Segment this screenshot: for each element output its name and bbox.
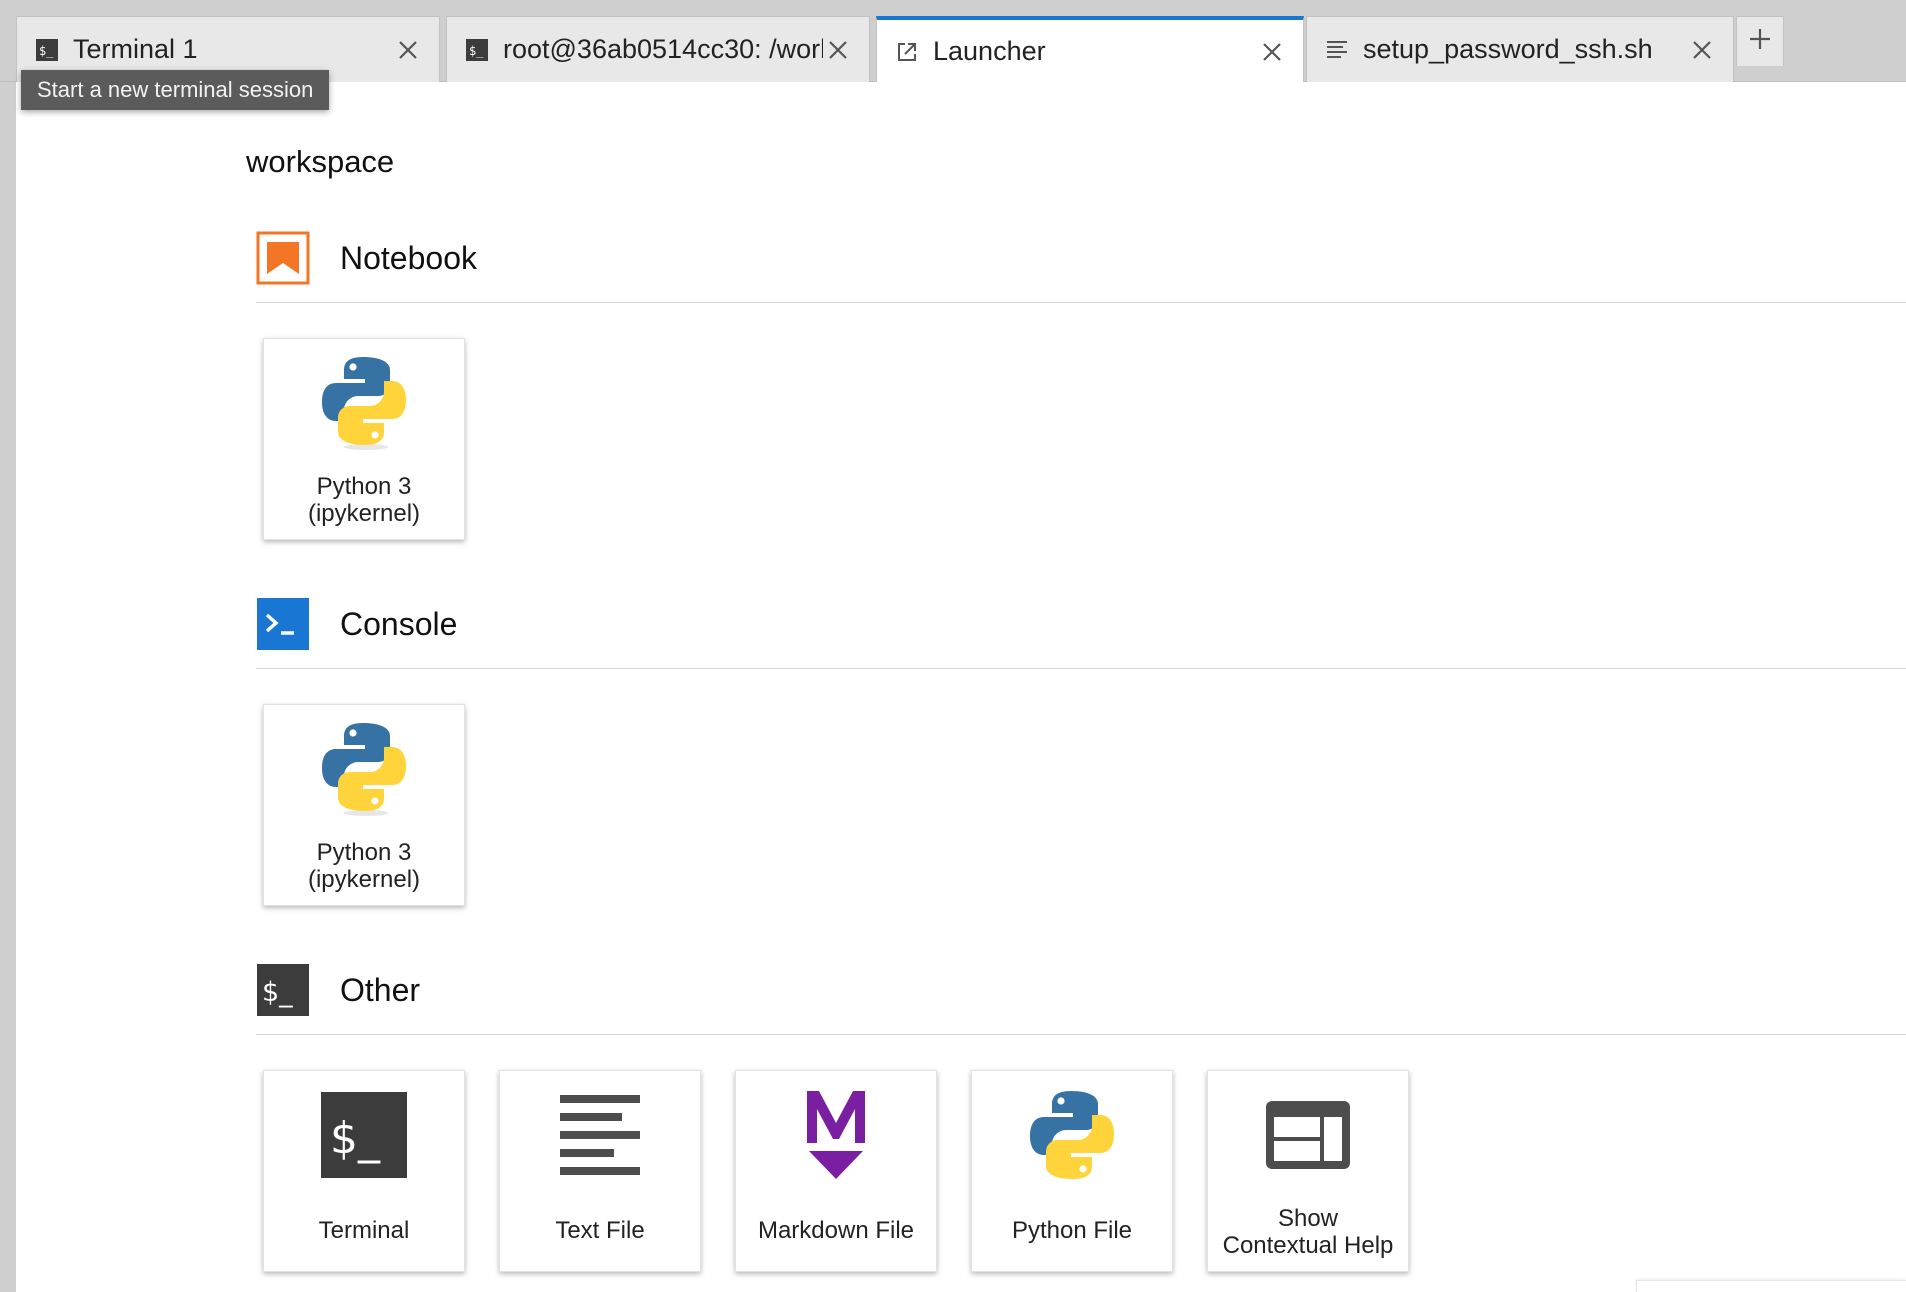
close-icon[interactable] bbox=[1687, 35, 1717, 65]
terminal-icon: $_ bbox=[35, 38, 59, 62]
workspace-title: workspace bbox=[246, 144, 395, 179]
tab-label: Terminal 1 bbox=[73, 34, 198, 64]
section-divider bbox=[256, 302, 1906, 303]
terminal-icon: $_ bbox=[256, 963, 310, 1017]
section-divider bbox=[256, 1034, 1906, 1035]
text-file-icon bbox=[552, 1087, 648, 1183]
close-icon[interactable] bbox=[1257, 37, 1287, 67]
console-python3-card[interactable]: Python 3 (ipykernel) bbox=[263, 704, 465, 906]
section-other: $_ Other bbox=[256, 960, 1906, 1020]
svg-text:$_: $_ bbox=[330, 1113, 381, 1164]
tab-launcher[interactable]: Launcher bbox=[876, 16, 1304, 83]
contextual-help-card[interactable]: Show Contextual Help bbox=[1207, 1070, 1409, 1272]
tab-label: root@36ab0514cc30: /worl bbox=[503, 34, 823, 64]
section-notebook: Notebook bbox=[256, 228, 1906, 288]
svg-text:$_: $_ bbox=[469, 44, 484, 58]
jupyterlab-window: $_ Terminal 1 $_ root@36ab0514cc30: /wor… bbox=[0, 0, 1906, 1292]
card-label: Markdown File bbox=[757, 1217, 915, 1244]
tooltip: Start a new terminal session bbox=[21, 70, 330, 110]
markdown-file-card[interactable]: Markdown File bbox=[735, 1070, 937, 1272]
card-label: Show Contextual Help bbox=[1222, 1205, 1394, 1259]
card-label: Text File bbox=[555, 1217, 645, 1244]
text-file-card[interactable]: Text File bbox=[499, 1070, 701, 1272]
card-label: Python File bbox=[1011, 1217, 1133, 1244]
section-title: Console bbox=[340, 605, 458, 642]
card-label: Terminal bbox=[318, 1217, 410, 1244]
notebook-python3-card[interactable]: Python 3 (ipykernel) bbox=[263, 338, 465, 540]
plus-icon bbox=[1749, 28, 1771, 55]
markdown-icon bbox=[788, 1087, 884, 1183]
console-icon bbox=[256, 597, 310, 651]
contextual-help-icon bbox=[1260, 1087, 1356, 1183]
tab-setup-password-ssh[interactable]: setup_password_ssh.sh bbox=[1306, 16, 1734, 82]
tab-label: setup_password_ssh.sh bbox=[1363, 34, 1653, 64]
card-label: Python 3 (ipykernel) bbox=[307, 839, 421, 893]
launcher-panel: workspace Notebook Python 3 (ipykernel) … bbox=[16, 82, 1906, 1292]
notebook-icon bbox=[256, 231, 310, 285]
new-launcher-button[interactable] bbox=[1736, 16, 1784, 66]
close-icon[interactable] bbox=[823, 35, 853, 65]
python-icon bbox=[316, 721, 412, 817]
close-icon[interactable] bbox=[393, 35, 423, 65]
python-icon bbox=[316, 355, 412, 451]
svg-text:$_: $_ bbox=[39, 44, 54, 58]
launch-icon bbox=[895, 40, 919, 64]
svg-text:$_: $_ bbox=[262, 977, 293, 1008]
terminal-icon: $_ bbox=[316, 1087, 412, 1183]
tab-label: Launcher bbox=[933, 36, 1046, 66]
card-label: Python 3 (ipykernel) bbox=[307, 473, 421, 527]
python-file-card[interactable]: Python File bbox=[971, 1070, 1173, 1272]
terminal-card[interactable]: $_ Terminal bbox=[263, 1070, 465, 1272]
section-console: Console bbox=[256, 594, 1906, 654]
corner-panel bbox=[1636, 1280, 1906, 1292]
python-icon bbox=[1024, 1087, 1120, 1183]
tab-terminal-root[interactable]: $_ root@36ab0514cc30: /worl bbox=[446, 16, 870, 82]
terminal-icon: $_ bbox=[465, 38, 489, 62]
section-title: Other bbox=[340, 971, 421, 1008]
text-file-icon bbox=[1325, 38, 1349, 62]
section-divider bbox=[256, 668, 1906, 669]
section-title: Notebook bbox=[340, 239, 477, 276]
